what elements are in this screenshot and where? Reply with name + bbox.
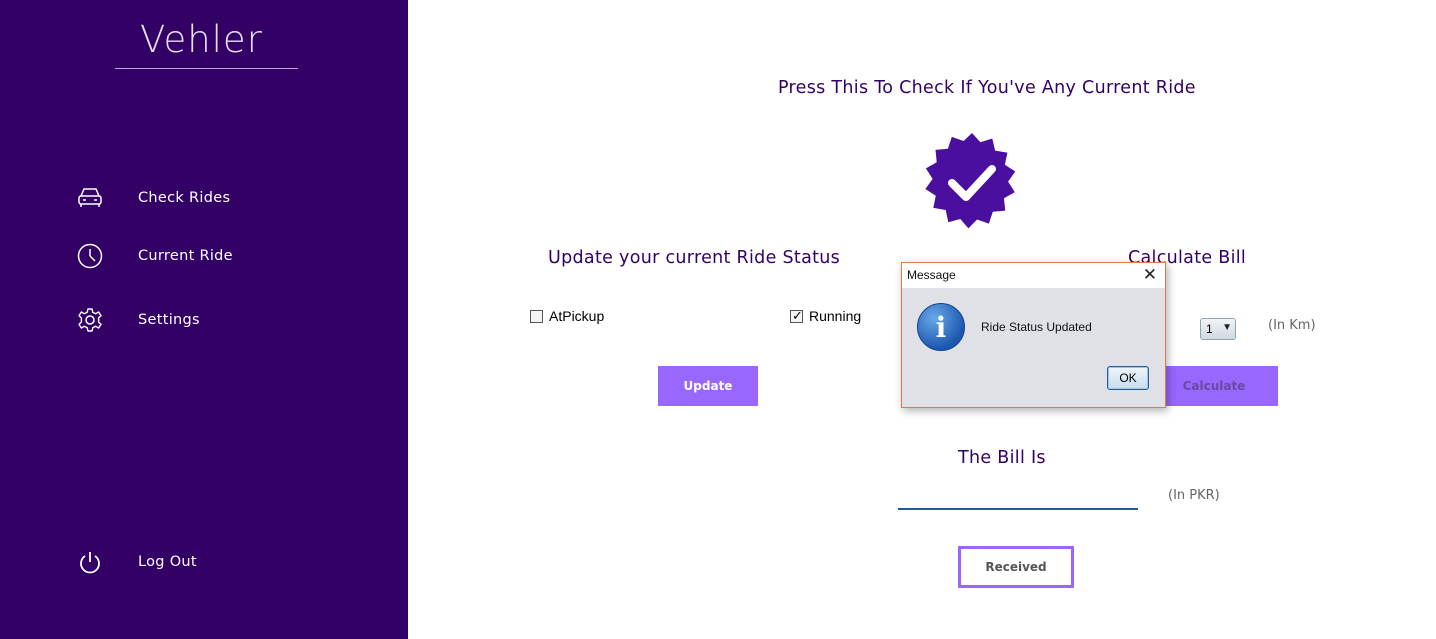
message-dialog: Message ✕ i Ride Status Updated OK (901, 262, 1166, 408)
distance-unit-label: (In Km) (1268, 318, 1316, 333)
check-ride-prompt: Press This To Check If You've Any Curren… (778, 78, 1196, 98)
running-label: Running (809, 308, 862, 324)
gear-icon (78, 308, 102, 332)
brand-logo: Vehler (140, 18, 263, 61)
logout-button[interactable]: Log Out (76, 548, 336, 578)
info-icon: i (917, 303, 965, 351)
update-button[interactable]: Update (658, 366, 758, 406)
car-icon (78, 188, 102, 207)
logout-label: Log Out (138, 554, 197, 570)
bill-result-heading: The Bill Is (958, 448, 1046, 468)
distance-value: 1 (1206, 322, 1213, 336)
checkbox-box[interactable] (530, 310, 543, 323)
distance-select[interactable]: 1 ▼ (1200, 318, 1236, 340)
dialog-title: Message (907, 268, 956, 282)
sidebar-item-check-rides[interactable]: Check Rides (76, 184, 336, 214)
sidebar-item-label: Settings (138, 312, 200, 328)
checkbox-box[interactable]: ✓ (790, 308, 803, 323)
sidebar-item-label: Check Rides (138, 190, 231, 206)
dialog-titlebar[interactable]: Message ✕ (902, 263, 1165, 288)
checkmark-icon: ✓ (792, 308, 803, 323)
update-status-heading: Update your current Ride Status (548, 248, 841, 268)
bill-unit-label: (In PKR) (1168, 488, 1220, 503)
clock-icon (77, 243, 103, 269)
power-icon (80, 552, 100, 574)
ok-button[interactable]: OK (1107, 366, 1149, 390)
check-ride-badge-icon[interactable] (920, 131, 1024, 235)
sidebar-item-current-ride[interactable]: Current Ride (76, 242, 336, 272)
sidebar-item-settings[interactable]: Settings (76, 306, 336, 336)
received-button[interactable]: Received (958, 546, 1074, 588)
brand-divider (115, 68, 298, 69)
sidebar-item-label: Current Ride (138, 248, 233, 264)
close-icon[interactable]: ✕ (1143, 265, 1157, 285)
atpickup-label: AtPickup (549, 308, 605, 324)
dropdown-arrow-icon: ▼ (1222, 322, 1232, 333)
sidebar: Vehler Check Rides Current Ride Settings (0, 0, 408, 639)
dialog-message: Ride Status Updated (981, 320, 1092, 334)
bill-amount-field[interactable] (898, 478, 1138, 510)
calculate-button[interactable]: Calculate (1150, 366, 1278, 406)
